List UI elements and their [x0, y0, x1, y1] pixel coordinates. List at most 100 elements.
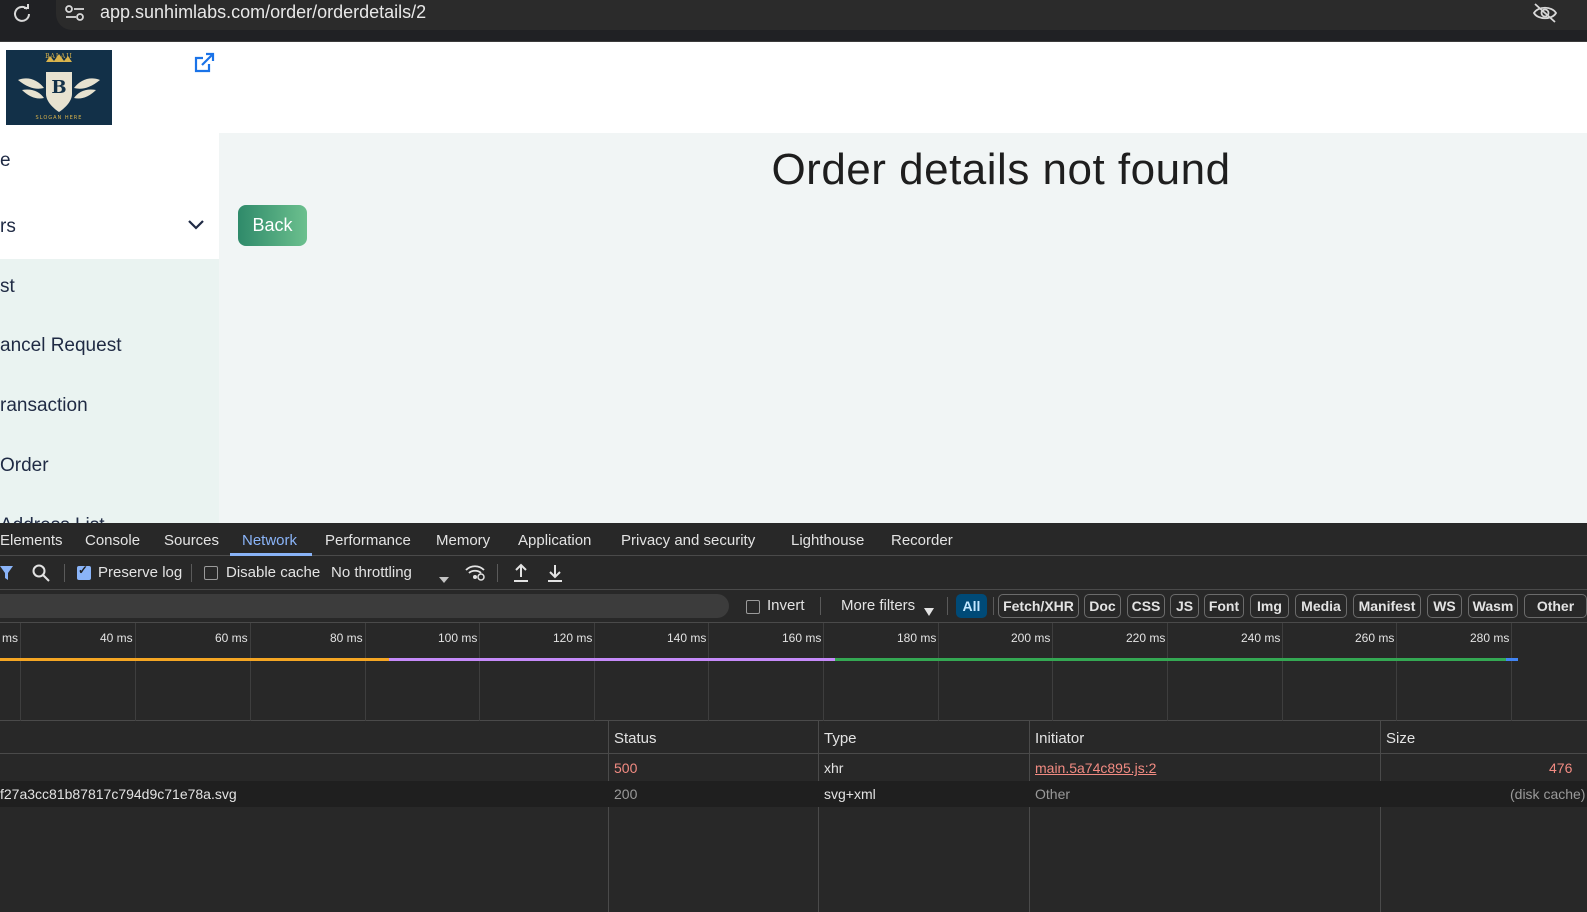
sidebar-item-address-list[interactable]: Address List — [0, 515, 105, 523]
sidebar-item-home[interactable]: e — [0, 150, 11, 172]
sidebar-item-cancel-request[interactable]: ancel Request — [0, 335, 121, 357]
timeline-tick-label: 180 ms — [897, 631, 937, 645]
chip-fetch-xhr[interactable]: Fetch/XHR — [998, 594, 1079, 618]
tab-recorder[interactable]: Recorder — [891, 532, 953, 549]
tab-sources[interactable]: Sources — [164, 532, 219, 549]
sidebar-item-transaction[interactable]: ransaction — [0, 395, 88, 417]
sidebar-submenu — [0, 259, 219, 523]
main-content: Order details not found Back — [219, 133, 1587, 523]
column-divider — [818, 721, 819, 912]
disable-cache-label: Disable cache — [226, 564, 321, 581]
timeline-gridline — [823, 623, 824, 721]
column-divider — [1380, 721, 1381, 912]
chip-wasm[interactable]: Wasm — [1468, 594, 1518, 618]
chip-all[interactable]: All — [956, 594, 987, 618]
table-row[interactable]: 500 xhr main.5a74c895.js:2 476 — [0, 755, 1587, 781]
back-button[interactable]: Back — [238, 205, 307, 246]
filter-icon[interactable] — [0, 565, 14, 581]
chevron-down-icon[interactable] — [186, 217, 206, 231]
network-conditions-icon[interactable] — [464, 564, 486, 582]
timeline-gridline — [938, 623, 939, 721]
timeline-tick-label: 240 ms — [1241, 631, 1281, 645]
chip-font[interactable]: Font — [1204, 594, 1244, 618]
chip-ws[interactable]: WS — [1427, 594, 1462, 618]
chip-doc[interactable]: Doc — [1084, 594, 1121, 618]
tab-memory[interactable]: Memory — [436, 532, 490, 549]
tab-performance[interactable]: Performance — [325, 532, 411, 549]
disable-cache-checkbox[interactable] — [204, 566, 218, 580]
timeline-gridline — [1052, 623, 1053, 721]
header-size[interactable]: Size — [1386, 730, 1415, 747]
cell-name: f27a3cc81b87817c794d9c71e78a.svg — [0, 786, 237, 802]
chip-manifest[interactable]: Manifest — [1353, 594, 1421, 618]
filter-divider — [820, 597, 821, 615]
timeline-tick-label: 100 ms — [438, 631, 478, 645]
cell-initiator: Other — [1035, 786, 1071, 802]
web-app: BALAJI B SLOGAN HERE e rs st ancel Reque… — [0, 42, 1587, 523]
network-requests-table: Status Type Initiator Size 500 xhr main.… — [0, 721, 1587, 912]
throttling-select[interactable]: No throttling — [331, 564, 412, 581]
network-overview-timeline[interactable]: ms 40 ms 60 ms 80 ms 100 ms 120 ms 140 m… — [0, 623, 1587, 721]
header-status[interactable]: Status — [614, 730, 657, 747]
more-filters-arrow-icon[interactable] — [924, 603, 934, 616]
timeline-gridline — [479, 623, 480, 721]
preserve-log-checkbox[interactable] — [77, 563, 91, 580]
filter-input[interactable] — [0, 594, 729, 618]
timeline-waiting-bar — [0, 658, 389, 661]
network-toolbar: Preserve log Disable cache No throttling — [0, 556, 1587, 590]
invert-label: Invert — [767, 597, 805, 614]
browser-toolbar: app.sunhimlabs.com/order/orderdetails/2 — [0, 0, 1587, 42]
tab-lighthouse[interactable]: Lighthouse — [791, 532, 864, 549]
site-settings-icon[interactable] — [64, 4, 86, 22]
invert-checkbox[interactable] — [746, 600, 760, 614]
tab-console[interactable]: Console — [85, 532, 140, 549]
timeline-purple-bar — [389, 658, 835, 661]
page-title: Order details not found — [771, 145, 1231, 194]
url-text[interactable]: app.sunhimlabs.com/order/orderdetails/2 — [100, 2, 426, 23]
chip-js[interactable]: JS — [1170, 594, 1199, 618]
timeline-tick-label: 40 ms — [100, 631, 133, 645]
timeline-gridline — [708, 623, 709, 721]
timeline-tick-label: 200 ms — [1011, 631, 1051, 645]
sidebar-item-order[interactable]: Order — [0, 455, 49, 477]
tab-privacy-security[interactable]: Privacy and security — [621, 532, 755, 549]
preserve-log-label: Preserve log — [98, 564, 183, 581]
eye-off-icon[interactable] — [1532, 2, 1558, 24]
toolbar-divider — [64, 564, 65, 582]
sidebar-item-orders[interactable]: rs — [0, 216, 16, 238]
tab-application[interactable]: Application — [518, 532, 591, 549]
chip-other[interactable]: Other — [1524, 594, 1587, 618]
header-type[interactable]: Type — [824, 730, 857, 747]
table-row[interactable]: f27a3cc81b87817c794d9c71e78a.svg 200 svg… — [0, 781, 1587, 807]
chip-css[interactable]: CSS — [1127, 594, 1165, 618]
export-har-icon[interactable] — [546, 563, 564, 583]
import-har-icon[interactable] — [512, 563, 530, 583]
timeline-gridline — [250, 623, 251, 721]
timeline-gridline — [135, 623, 136, 721]
sidebar: e rs st ancel Request ransaction Order A… — [0, 133, 219, 523]
dropdown-arrow-icon[interactable] — [439, 570, 449, 583]
external-link-icon[interactable] — [193, 52, 215, 74]
chip-img[interactable]: Img — [1250, 594, 1289, 618]
devtools-panel: Elements Console Sources Network Perform… — [0, 523, 1587, 912]
cell-initiator-link[interactable]: main.5a74c895.js:2 — [1035, 760, 1156, 776]
sidebar-item-order-list[interactable]: st — [0, 276, 15, 298]
cell-type: svg+xml — [824, 786, 876, 802]
url-path: /order/orderdetails/2 — [265, 2, 427, 22]
more-filters-button[interactable]: More filters — [841, 597, 915, 614]
chip-media[interactable]: Media — [1295, 594, 1347, 618]
timeline-gridline — [1167, 623, 1168, 721]
timeline-green-bar — [835, 658, 1506, 661]
url-host: app.sunhimlabs.com — [100, 2, 266, 22]
tab-elements[interactable]: Elements — [0, 532, 63, 549]
timeline-tick-label: 280 ms — [1470, 631, 1510, 645]
cell-status: 200 — [614, 786, 638, 802]
timeline-gridline — [365, 623, 366, 721]
header-initiator[interactable]: Initiator — [1035, 730, 1084, 747]
brand-logo[interactable]: BALAJI B SLOGAN HERE — [6, 50, 112, 125]
reload-icon[interactable] — [12, 4, 32, 24]
search-icon[interactable] — [32, 564, 50, 582]
timeline-gridline — [594, 623, 595, 721]
tab-network[interactable]: Network — [242, 532, 297, 549]
timeline-tick-label: 140 ms — [667, 631, 707, 645]
